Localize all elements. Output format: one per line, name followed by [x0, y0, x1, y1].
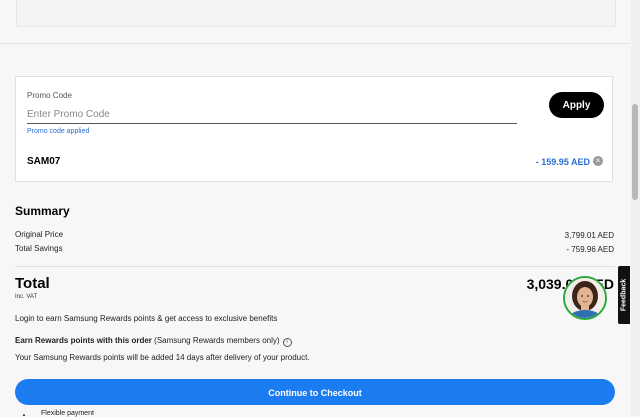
inc-vat-label: Inc. VAT: [15, 294, 38, 300]
rewards-earn-note: (Samsung Rewards members only): [154, 336, 280, 345]
promo-input[interactable]: [27, 105, 517, 124]
top-info-card: [16, 0, 616, 27]
info-icon[interactable]: i: [282, 338, 292, 347]
total-savings-value: - 759.96 AED: [566, 245, 614, 254]
chat-assistant-avatar[interactable]: [563, 276, 607, 320]
feedback-label: Feedback: [620, 278, 628, 312]
promo-discount-value: - 159.95 AED: [535, 157, 590, 167]
rewards-points-note: Your Samsung Rewards points will be adde…: [15, 353, 310, 362]
continue-checkout-button[interactable]: Continue to Checkout: [15, 379, 615, 405]
close-circle-icon[interactable]: ×: [593, 156, 603, 166]
total-label: Total: [15, 275, 50, 292]
scrollbar-thumb[interactable]: [632, 104, 638, 200]
rewards-earn-line: Earn Rewards points with this order (Sam…: [15, 336, 292, 347]
promo-label: Promo Code: [27, 91, 72, 100]
total-savings-label: Total Savings: [15, 244, 63, 253]
original-price-value: 3,799.01 AED: [564, 231, 614, 240]
scrollbar-track[interactable]: [631, 0, 640, 416]
section-divider: [0, 43, 630, 44]
promo-card: Promo Code Promo code applied Apply SAM0…: [15, 76, 613, 182]
apply-button[interactable]: Apply: [549, 92, 604, 118]
applied-promo-code: SAM07: [27, 156, 61, 167]
payment-icon: ▲: [20, 411, 28, 416]
summary-title: Summary: [15, 204, 70, 218]
promo-applied-text: Promo code applied: [27, 128, 90, 135]
rewards-earn-bold: Earn Rewards points with this order: [15, 336, 152, 345]
avatar-illustration: [565, 278, 605, 318]
original-price-label: Original Price: [15, 230, 64, 239]
summary-divider: [15, 266, 615, 267]
rewards-login-text[interactable]: Login to earn Samsung Rewards points & g…: [15, 314, 277, 323]
feedback-tab[interactable]: Feedback: [618, 266, 630, 324]
